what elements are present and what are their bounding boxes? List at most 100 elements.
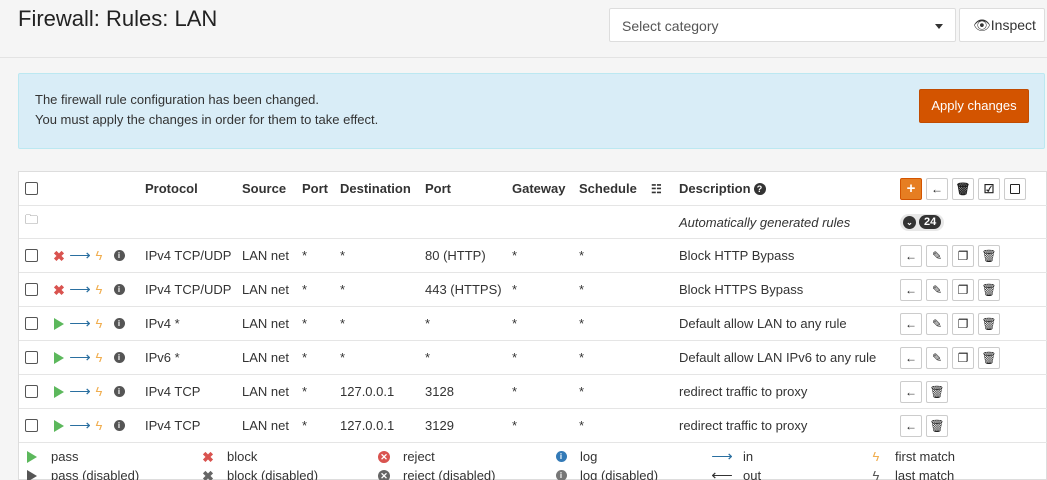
legend-in: ⟶ in bbox=[711, 447, 754, 465]
add-rule-button[interactable]: + bbox=[900, 177, 922, 200]
pass-icon[interactable] bbox=[54, 351, 64, 364]
cell-gateway: * bbox=[512, 384, 518, 399]
move-rule-button[interactable]: ← bbox=[900, 380, 922, 403]
arrow-in-icon: ⟶ bbox=[69, 382, 91, 400]
cell-schedule: * bbox=[579, 350, 585, 365]
delete-rule-button[interactable]: 🗑 bbox=[978, 312, 1000, 335]
pass-icon[interactable] bbox=[54, 317, 64, 330]
cell-sport: * bbox=[302, 350, 308, 365]
copy-rule-button[interactable]: ❐ bbox=[952, 346, 974, 369]
auto-rules-label: Automatically generated rules bbox=[679, 214, 851, 230]
block-icon[interactable]: ✖ bbox=[53, 283, 65, 297]
pass-icon[interactable] bbox=[54, 419, 64, 432]
move-rule-button[interactable]: ← bbox=[900, 278, 922, 301]
delete-rule-button[interactable]: 🗑 bbox=[978, 278, 1000, 301]
table-row: ⟶ ϟ i IPv6 * LAN net * * * * * Default allow LAN I… bbox=[19, 341, 1047, 375]
edit-rule-button[interactable]: ✎ bbox=[926, 346, 948, 369]
log-icon[interactable]: i bbox=[113, 386, 125, 397]
delete-rule-button[interactable]: 🗑 bbox=[978, 346, 1000, 369]
edit-rule-button[interactable]: ✎ bbox=[926, 278, 948, 301]
category-select[interactable]: Select category bbox=[609, 8, 956, 42]
log-icon[interactable]: i bbox=[113, 318, 125, 329]
row-checkbox[interactable] bbox=[25, 351, 38, 364]
cell-schedule: * bbox=[579, 384, 585, 399]
cell-source: LAN net bbox=[242, 248, 289, 263]
move-rule-button[interactable]: ← bbox=[900, 244, 922, 267]
edit-rule-button[interactable]: ✎ bbox=[926, 312, 948, 335]
copy-rule-button[interactable]: ❐ bbox=[952, 278, 974, 301]
cell-protocol: IPv4 TCP bbox=[145, 418, 201, 433]
row-checkbox[interactable] bbox=[25, 419, 38, 432]
delete-rule-button[interactable]: 🗑 bbox=[926, 414, 948, 437]
cell-destination: * bbox=[340, 350, 346, 365]
row-checkbox[interactable] bbox=[25, 385, 38, 398]
col-protocol: Protocol bbox=[145, 181, 198, 196]
cell-dport: 3129 bbox=[425, 418, 454, 433]
legend-reject-disabled: ✕ reject (disabled) bbox=[377, 468, 496, 480]
table-header: Protocol Source Port Destination Port Ga… bbox=[19, 172, 1047, 206]
move-rules-button[interactable]: ← bbox=[926, 177, 948, 200]
arrow-in-icon: ⟶ bbox=[69, 348, 91, 366]
cell-schedule: * bbox=[579, 418, 585, 433]
log-icon: i bbox=[555, 451, 567, 462]
bolt-icon: ϟ bbox=[95, 349, 103, 365]
delete-rule-button[interactable]: 🗑 bbox=[926, 380, 948, 403]
cell-dport: 3128 bbox=[425, 384, 454, 399]
cell-source: LAN net bbox=[242, 384, 289, 399]
edit-rule-button[interactable]: ✎ bbox=[926, 244, 948, 267]
category-select-value: Select category bbox=[622, 18, 719, 34]
move-rule-button[interactable]: ← bbox=[900, 312, 922, 335]
cell-protocol: IPv4 * bbox=[145, 316, 180, 331]
arrow-in-icon: ⟶ bbox=[69, 314, 91, 332]
cell-destination: * bbox=[340, 316, 346, 331]
cell-gateway: * bbox=[512, 418, 518, 433]
copy-rule-button[interactable]: ❐ bbox=[952, 244, 974, 267]
delete-rule-button[interactable]: 🗑 bbox=[978, 244, 1000, 267]
arrow-in-icon: ⟶ bbox=[69, 280, 91, 298]
pass-icon[interactable] bbox=[54, 385, 64, 398]
cell-gateway: * bbox=[512, 316, 518, 331]
select-all-checkbox[interactable] bbox=[25, 182, 38, 195]
block-icon[interactable]: ✖ bbox=[53, 249, 65, 263]
log-icon[interactable]: i bbox=[113, 284, 125, 295]
log-disabled-icon: i bbox=[555, 470, 567, 480]
col-source-port: Port bbox=[302, 181, 328, 196]
cell-description: Default allow LAN to any rule bbox=[679, 316, 847, 331]
cell-description: Default allow LAN IPv6 to any rule bbox=[679, 350, 877, 365]
bolt-icon: ϟ bbox=[95, 281, 103, 297]
cell-destination: 127.0.0.1 bbox=[340, 418, 395, 433]
cell-destination: * bbox=[340, 282, 346, 297]
enable-selected-button[interactable]: ☑ bbox=[978, 177, 1000, 200]
col-gateway: Gateway bbox=[512, 181, 566, 196]
reject-disabled-icon: ✕ bbox=[378, 469, 390, 480]
cell-schedule: * bbox=[579, 248, 585, 263]
cell-source: LAN net bbox=[242, 316, 289, 331]
arrow-in-icon: ⟶ bbox=[69, 416, 91, 434]
help-icon[interactable]: ? bbox=[753, 182, 766, 195]
col-schedule: Schedule bbox=[579, 181, 637, 196]
log-icon[interactable]: i bbox=[113, 352, 125, 363]
row-checkbox[interactable] bbox=[25, 283, 38, 296]
log-icon[interactable]: i bbox=[113, 420, 125, 431]
delete-selected-button[interactable]: 🗑 bbox=[952, 177, 974, 200]
top-bar: Firewall: Rules: LAN Select category 👁In… bbox=[0, 0, 1047, 58]
move-rule-button[interactable]: ← bbox=[900, 346, 922, 369]
move-rule-button[interactable]: ← bbox=[900, 414, 922, 437]
auto-rules-toggle[interactable]: ⌄ 24 bbox=[900, 213, 945, 231]
cell-sport: * bbox=[302, 282, 308, 297]
pass-icon bbox=[27, 450, 37, 463]
row-checkbox[interactable] bbox=[25, 317, 38, 330]
arrow-in-icon: ⟶ bbox=[711, 447, 733, 465]
log-icon[interactable]: i bbox=[113, 250, 125, 261]
rules-table: Protocol Source Port Destination Port Ga… bbox=[18, 171, 1047, 480]
disable-selected-button[interactable] bbox=[1004, 177, 1026, 200]
apply-changes-button[interactable]: Apply changes bbox=[919, 89, 1029, 123]
cell-protocol: IPv4 TCP/UDP bbox=[145, 282, 232, 297]
cell-destination: 127.0.0.1 bbox=[340, 384, 395, 399]
copy-rule-button[interactable]: ❐ bbox=[952, 312, 974, 335]
cell-source: LAN net bbox=[242, 282, 289, 297]
legend-block: ✖ block bbox=[202, 448, 258, 465]
row-checkbox[interactable] bbox=[25, 249, 38, 262]
reject-icon: ✕ bbox=[378, 450, 390, 463]
inspect-button[interactable]: 👁Inspect bbox=[959, 8, 1045, 42]
